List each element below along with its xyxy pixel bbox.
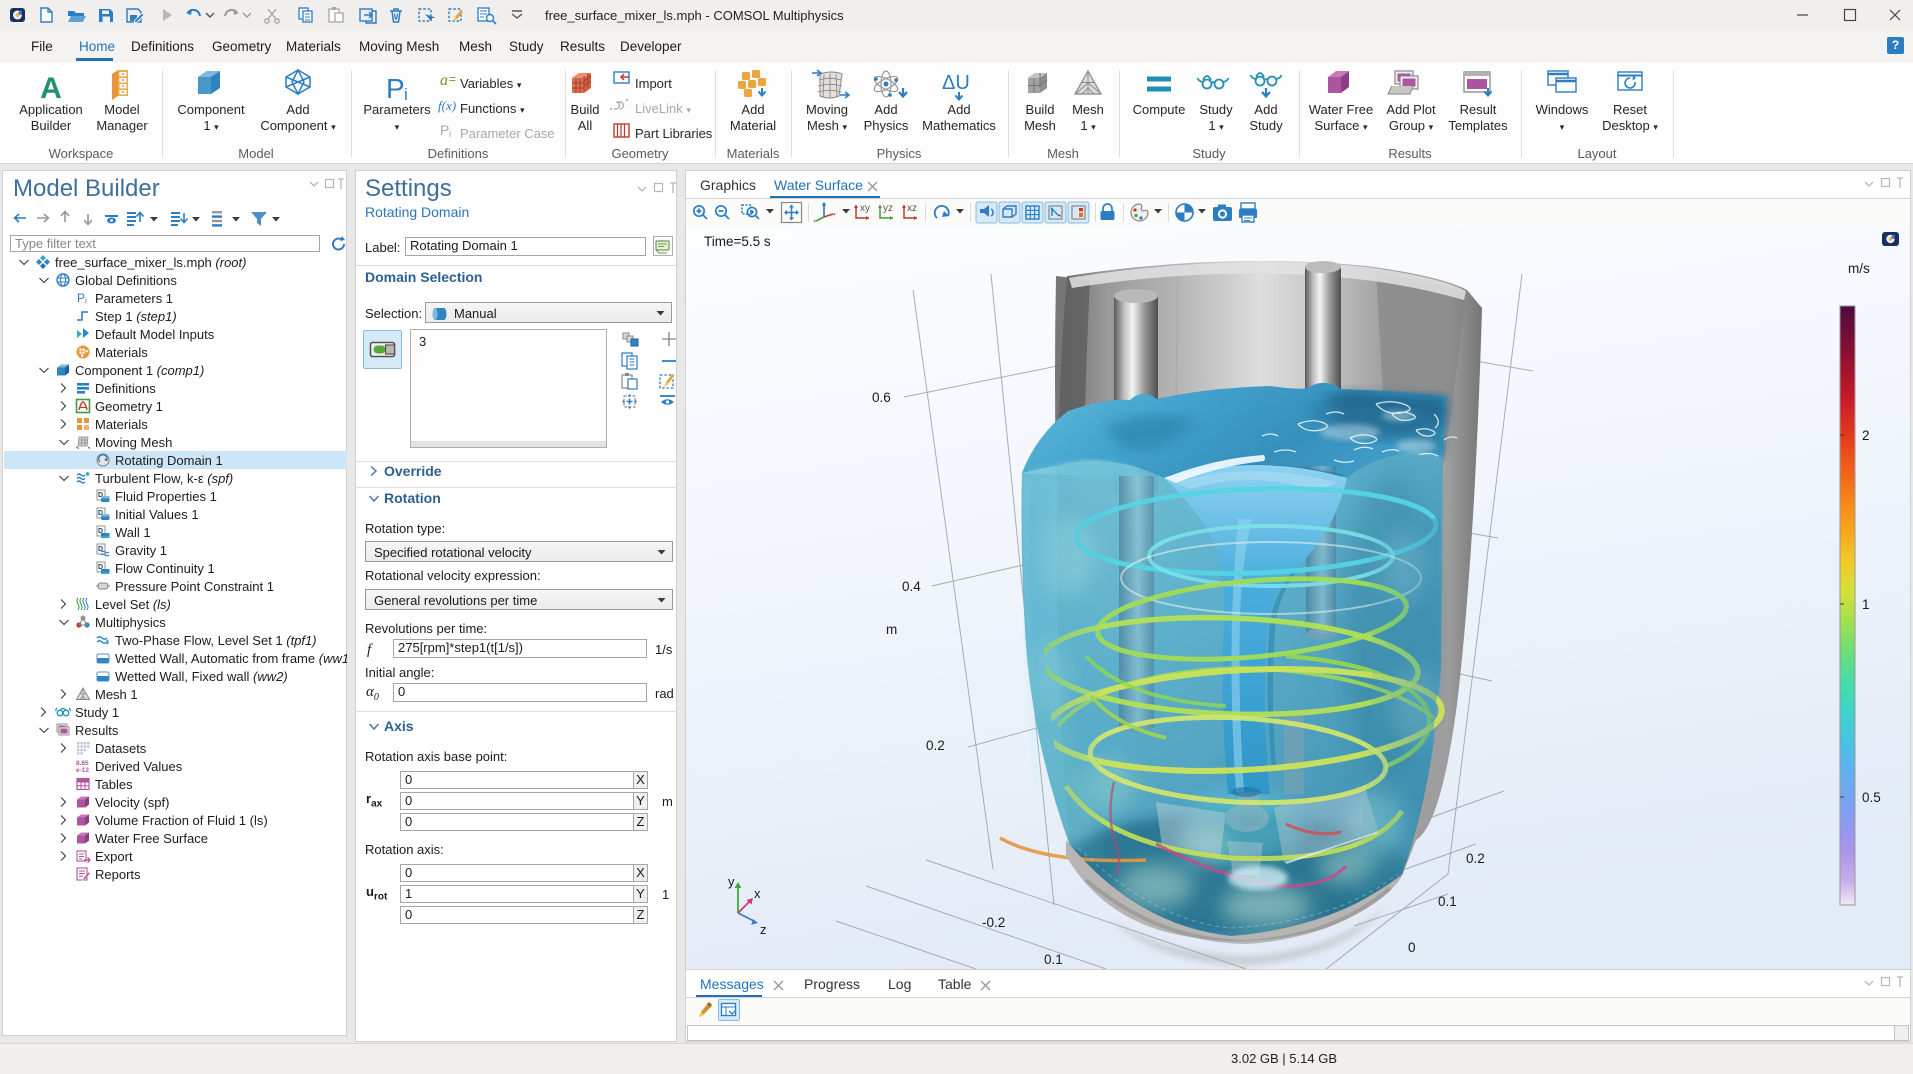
svg-text:i: i	[449, 129, 451, 140]
svg-text:0.6: 0.6	[872, 390, 891, 405]
svg-text:0.4: 0.4	[902, 579, 921, 594]
svg-text:P: P	[386, 73, 405, 104]
svg-text:P: P	[77, 291, 85, 305]
svg-text:yz: yz	[883, 203, 893, 214]
svg-text:8.85: 8.85	[76, 760, 89, 767]
svg-text:i: i	[85, 297, 87, 306]
svg-text:0: 0	[1408, 940, 1416, 955]
svg-text:xy: xy	[860, 203, 870, 214]
svg-text:z: z	[760, 922, 767, 937]
svg-text:f(x): f(x)	[438, 98, 456, 113]
svg-text:e-12: e-12	[76, 767, 89, 774]
svg-text:ΔU: ΔU	[942, 72, 970, 94]
svg-text:0.1: 0.1	[1044, 952, 1063, 967]
svg-text:D: D	[98, 546, 103, 553]
svg-text:0.1: 0.1	[1438, 894, 1457, 909]
svg-text:P: P	[440, 122, 449, 138]
svg-text:xz: xz	[907, 203, 917, 214]
svg-text:a: a	[440, 72, 448, 89]
svg-text:Time=5.5 s: Time=5.5 s	[704, 234, 771, 249]
svg-text:0.2: 0.2	[1466, 851, 1485, 866]
svg-text:y: y	[728, 874, 735, 889]
svg-text:A: A	[40, 72, 62, 105]
svg-text:1: 1	[1862, 597, 1870, 612]
svg-text:2: 2	[1862, 428, 1870, 443]
svg-text:=: =	[449, 72, 456, 86]
svg-text:x: x	[754, 886, 761, 901]
svg-text:0.2: 0.2	[926, 738, 945, 753]
svg-text:0.5: 0.5	[1862, 790, 1881, 805]
svg-text:m/s: m/s	[1848, 261, 1870, 276]
svg-text:m: m	[886, 622, 897, 637]
svg-text:-0.2: -0.2	[982, 915, 1005, 930]
